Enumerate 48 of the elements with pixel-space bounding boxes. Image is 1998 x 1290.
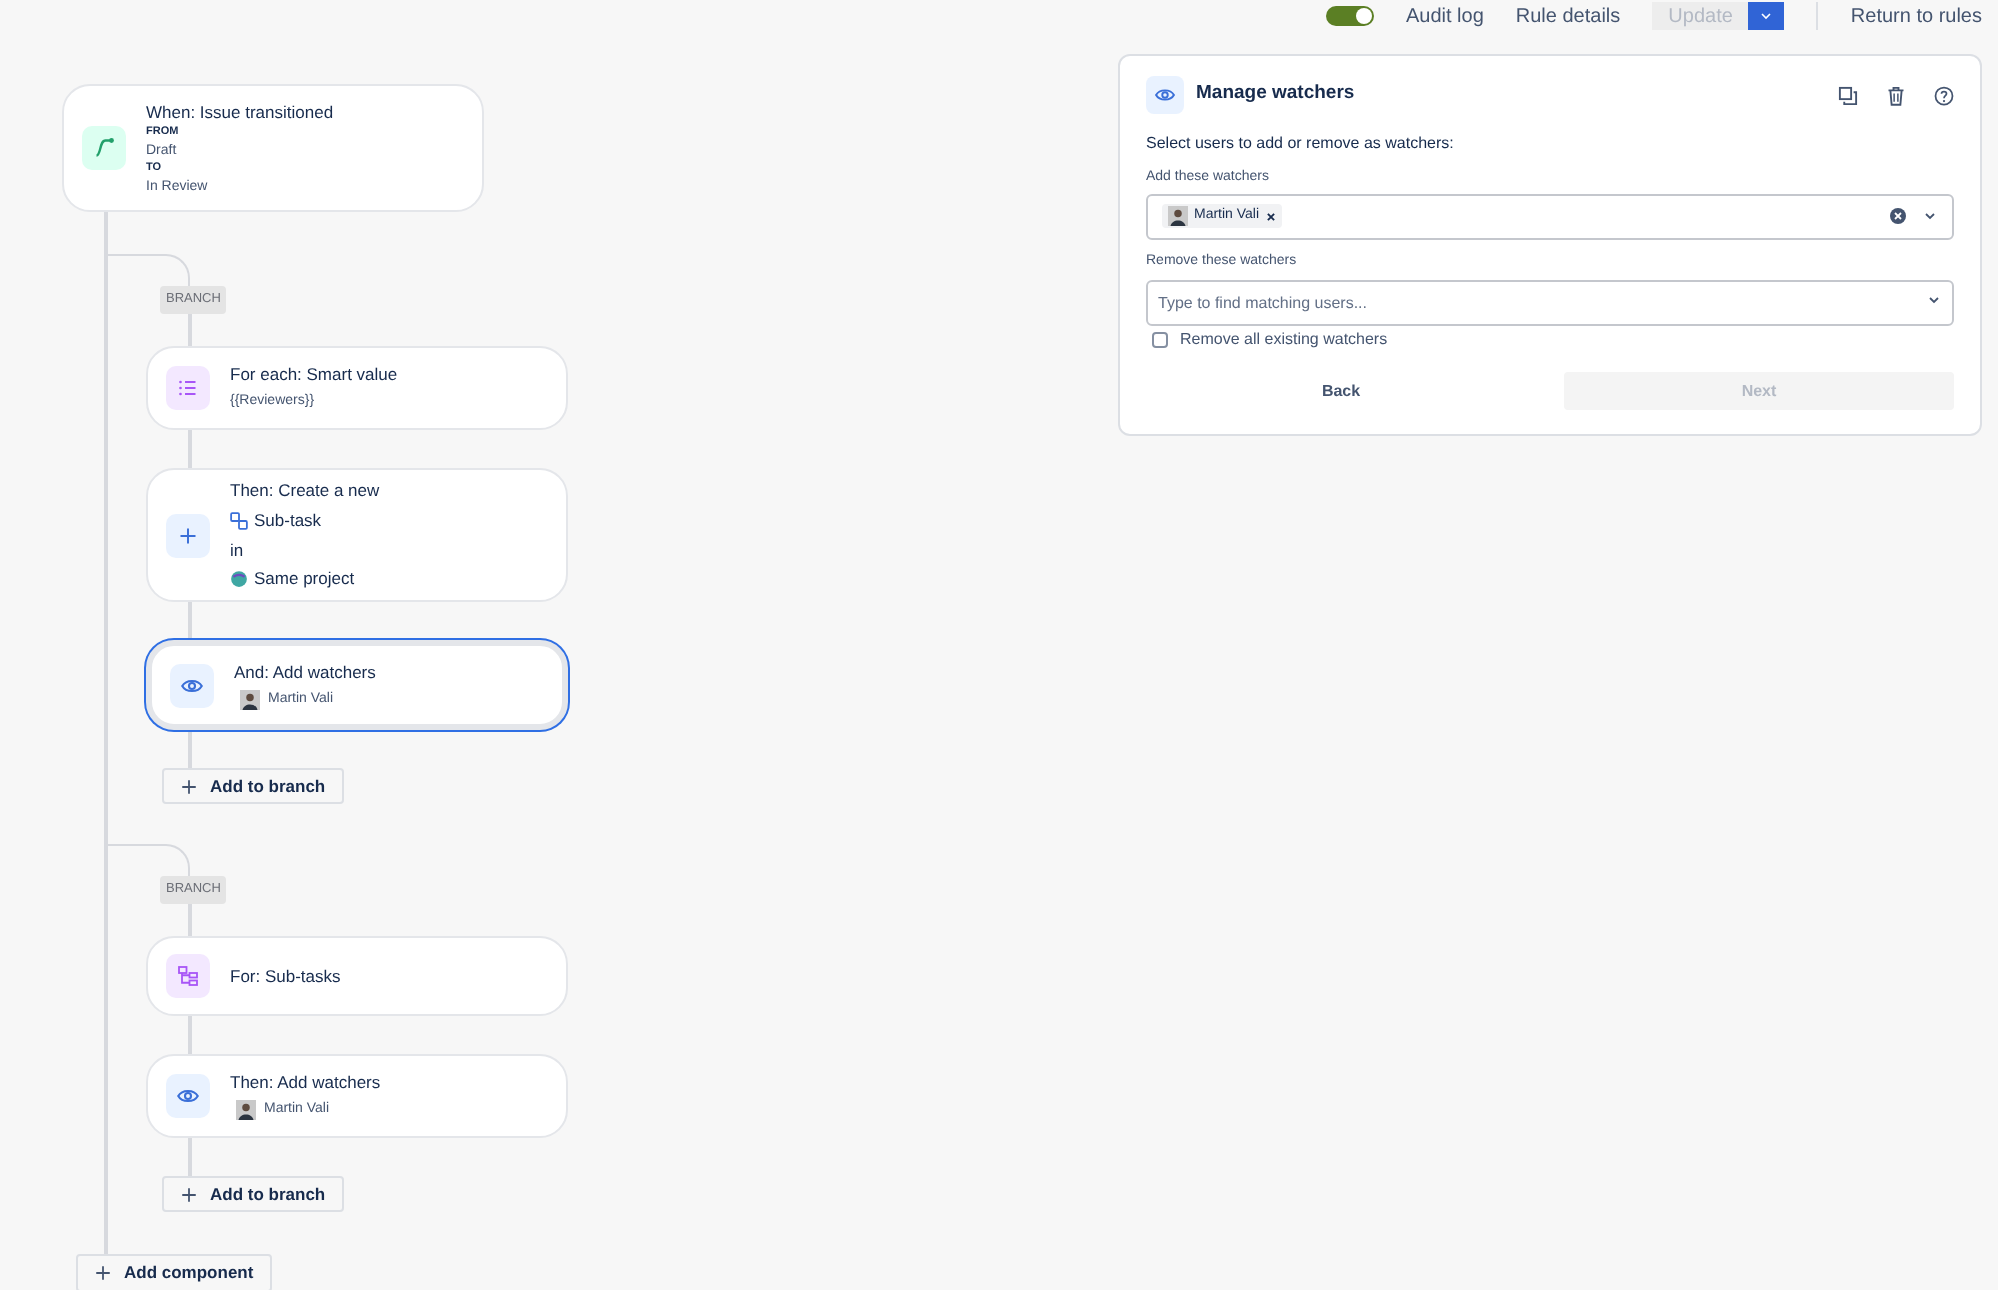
in-label: in [230,537,246,563]
component-card[interactable]: For: Sub-tasks [146,936,568,1016]
checkbox[interactable] [1152,332,1168,348]
caret-icon [1758,8,1775,24]
issue-type: Sub-task [254,507,322,533]
plus-icon [180,1185,198,1203]
checkbox-label: Remove all existing watchers [1180,328,1388,352]
return-link[interactable]: Return to rules [1850,1,1982,31]
transition-icon [82,126,126,170]
header-link[interactable]: Audit log [1405,1,1484,31]
subtask-icon [230,511,248,530]
component-title: For each: Smart value [230,362,398,389]
instruction-text: Select users to add or remove as watchers: [1146,132,1456,156]
project-name: Same project [254,566,355,592]
component-title: For: Sub-tasks [230,963,341,989]
component-card[interactable]: Then: Create a new Sub-task in Same project [146,468,568,602]
avatar-icon [240,689,260,710]
add-to-branch-button[interactable]: Add to branch [162,768,344,804]
list-icon [166,366,210,410]
clear-icon [1890,208,1906,224]
component-title: Then: Create a new [230,478,380,504]
plus-icon [180,777,198,795]
trigger-title: When: Issue transitioned [146,100,334,124]
remove-icon [1265,211,1276,221]
eye-icon [170,663,214,707]
eye-icon [166,1074,210,1118]
help-icon [1934,85,1954,105]
back-button[interactable]: Back [1146,372,1536,410]
plus-icon [166,513,210,557]
header-link[interactable]: Rule details [1515,1,1621,31]
chevron-icon [1926,291,1942,307]
panel-title: Manage watchers [1196,80,1357,109]
toggle-switch[interactable] [1325,6,1374,26]
eye-icon [1146,76,1184,114]
avatar-icon [236,1100,256,1121]
component-title: Then: Add watchers [230,1070,381,1097]
chevron-icon [1922,208,1938,224]
plus-icon [94,1264,112,1282]
add-component-button[interactable]: Add component [76,1254,272,1290]
component-title: And: Add watchers [234,659,376,686]
watchers-search-field[interactable]: Type to find matching users... [1146,280,1954,326]
hierarchy-icon [166,954,210,998]
add-to-branch-button[interactable]: Add to branch [162,1176,344,1212]
avatar-icon [1168,206,1188,226]
dropdown-button[interactable] [1748,2,1785,30]
duplicate-icon [1838,85,1858,105]
globe-icon [230,570,248,589]
trash-icon [1886,85,1906,105]
